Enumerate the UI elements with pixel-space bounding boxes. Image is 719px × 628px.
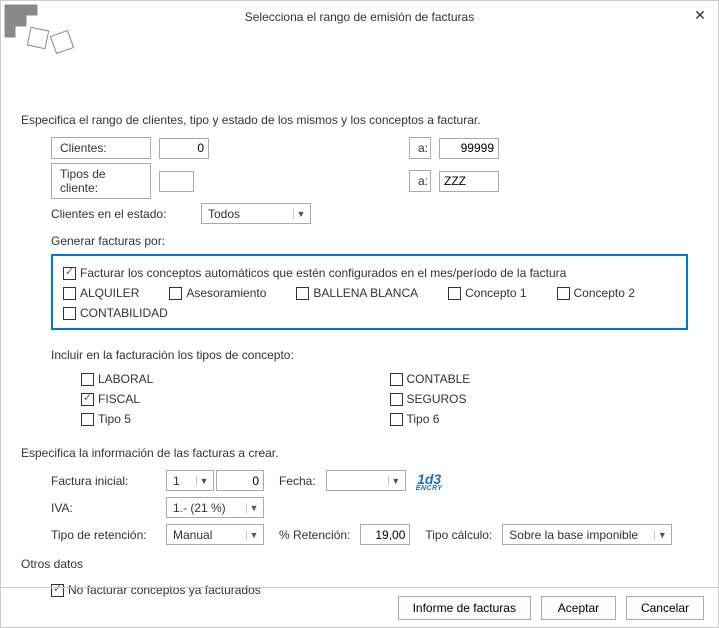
chevron-down-icon: ▼ (246, 503, 261, 513)
retencion-pct-input[interactable] (360, 524, 410, 545)
tipo-calc-select[interactable]: Sobre la base imponible▼ (502, 524, 672, 545)
estado-label: Clientes en el estado: (51, 207, 201, 221)
section2-intro: Incluir en la facturación los tipos de c… (21, 348, 698, 362)
chevron-down-icon: ▼ (654, 530, 669, 540)
estado-select[interactable]: Todos▼ (201, 203, 311, 224)
concept-contab-checkbox[interactable]: CONTABILIDAD (63, 306, 168, 320)
generar-label: Generar facturas por: (51, 234, 165, 248)
clientes-to-input[interactable] (439, 138, 499, 159)
close-button[interactable]: ✕ (690, 5, 710, 25)
tipos-a-label: a: (409, 170, 431, 192)
concept-asesoram-checkbox[interactable]: Asesoramiento (169, 286, 266, 300)
encrypt-icon[interactable]: 1d3ENCRY (416, 471, 443, 491)
chevron-down-icon: ▼ (293, 209, 308, 219)
chevron-down-icon: ▼ (246, 530, 261, 540)
factura-num-input[interactable] (216, 470, 264, 491)
tipo-contable-checkbox[interactable]: CONTABLE (390, 372, 699, 386)
tipos-from-input[interactable] (159, 171, 194, 192)
retencion-tipo-label: Tipo de retención: (51, 528, 166, 542)
tipo-seguros-checkbox[interactable]: SEGUROS (390, 392, 699, 406)
iva-label: IVA: (51, 501, 166, 515)
tipos-label: Tipos de cliente: (51, 163, 151, 199)
retencion-tipo-select[interactable]: Manual▼ (166, 524, 264, 545)
clientes-a-label: a: (409, 137, 431, 159)
tipo-5-checkbox[interactable]: Tipo 5 (81, 412, 390, 426)
fecha-label: Fecha: (279, 474, 316, 488)
concept-ballena-checkbox[interactable]: BALLENA BLANCA (296, 286, 418, 300)
aceptar-button[interactable]: Aceptar (541, 596, 616, 620)
clientes-label: Clientes: (51, 137, 151, 159)
tipo-6-checkbox[interactable]: Tipo 6 (390, 412, 699, 426)
clientes-from-input[interactable] (159, 138, 209, 159)
chevron-down-icon: ▼ (388, 476, 403, 486)
concept-1-checkbox[interactable]: Concepto 1 (448, 286, 526, 300)
section1-intro: Especifica el rango de clientes, tipo y … (21, 113, 698, 127)
informe-button[interactable]: Informe de facturas (398, 596, 531, 620)
chevron-down-icon: ▼ (196, 476, 211, 486)
auto-concepts-label: Facturar los conceptos automáticos que e… (80, 266, 566, 280)
section4-intro: Otros datos (21, 557, 698, 571)
factura-inicial-label: Factura inicial: (51, 474, 166, 488)
window-title: Selecciona el rango de emisión de factur… (245, 10, 474, 24)
concept-2-checkbox[interactable]: Concepto 2 (557, 286, 635, 300)
iva-select[interactable]: 1.- (21 %)▼ (166, 497, 264, 518)
fecha-select[interactable]: ▼ (326, 470, 406, 491)
tipo-fiscal-checkbox[interactable]: ✓FISCAL (81, 392, 390, 406)
auto-concepts-checkbox[interactable]: ✓ Facturar los conceptos automáticos que… (63, 266, 566, 280)
factura-serie-select[interactable]: 1▼ (166, 470, 214, 491)
cancelar-button[interactable]: Cancelar (626, 596, 704, 620)
tipo-calc-label: Tipo cálculo: (425, 528, 492, 542)
retencion-pct-label: % Retención: (279, 528, 350, 542)
tipo-laboral-checkbox[interactable]: LABORAL (81, 372, 390, 386)
tipos-to-input[interactable] (439, 171, 499, 192)
concept-alquiler-checkbox[interactable]: ALQUILER (63, 286, 139, 300)
section3-intro: Especifica la información de las factura… (21, 446, 698, 460)
